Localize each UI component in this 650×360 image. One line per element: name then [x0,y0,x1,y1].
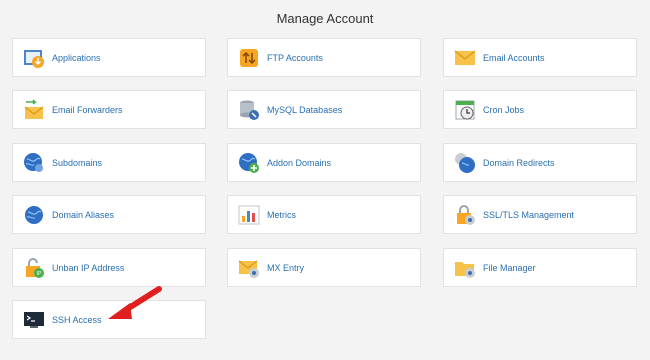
email-accounts-icon [454,50,476,65]
ssl-tls-label: SSL/TLS Management [483,209,575,220]
unban-ip-card[interactable]: IP Unban IP Address [12,248,206,287]
email-forwarders-label: Email Forwarders [52,104,123,115]
subdomains-label: Subdomains [52,157,103,168]
cron-jobs-card[interactable]: Cron Jobs [443,90,637,129]
ftp-accounts-icon [240,48,258,67]
ssl-tls-icon [457,204,475,225]
domain-redirects-label: Domain Redirects [483,157,555,168]
page-title: Manage Account [276,11,374,26]
email-forwarders-card[interactable]: Email Forwarders [12,90,206,129]
addon-domains-card[interactable]: Addon Domains [227,143,421,182]
email-accounts-label: Email Accounts [483,52,545,63]
unban-ip-icon: IP [26,257,44,278]
addon-domains-label: Addon Domains [267,157,332,168]
metrics-label: Metrics [267,209,296,220]
ssh-access-label: SSH Access [52,314,102,325]
domain-redirects-card[interactable]: Domain Redirects [443,143,637,182]
file-manager-card[interactable]: File Manager [443,248,637,287]
addon-domains-icon [239,152,259,173]
mysql-databases-icon [240,100,259,120]
applications-card[interactable]: Applications [12,38,206,77]
mx-entry-card[interactable]: MX Entry [227,248,421,287]
file-manager-label: File Manager [483,262,536,273]
domain-aliases-label: Domain Aliases [52,209,115,220]
cron-jobs-icon [455,100,475,119]
ftp-accounts-card[interactable]: FTP Accounts [227,38,421,77]
applications-label: Applications [52,52,101,63]
ssh-access-icon [24,311,44,328]
unban-ip-label: Unban IP Address [52,262,125,273]
mx-entry-icon [238,260,259,278]
file-manager-icon [455,261,475,278]
svg-text:IP: IP [37,271,42,277]
domain-aliases-card[interactable]: Domain Aliases [12,195,206,234]
mysql-databases-label: MySQL Databases [267,104,343,115]
metrics-card[interactable]: Metrics [227,195,421,234]
email-accounts-card[interactable]: Email Accounts [443,38,637,77]
ftp-accounts-label: FTP Accounts [267,52,323,63]
metrics-icon [238,205,260,224]
applications-icon [24,49,44,68]
cron-jobs-label: Cron Jobs [483,104,525,115]
subdomains-card[interactable]: Subdomains [12,143,206,182]
domain-aliases-icon [25,205,43,224]
mysql-databases-card[interactable]: MySQL Databases [227,90,421,129]
mx-entry-label: MX Entry [267,262,305,273]
red-arrow-icon [108,286,162,319]
ssl-tls-card[interactable]: SSL/TLS Management [443,195,637,234]
subdomains-icon [24,152,43,172]
domain-redirects-icon [455,152,475,173]
email-forwarders-icon [24,98,44,119]
